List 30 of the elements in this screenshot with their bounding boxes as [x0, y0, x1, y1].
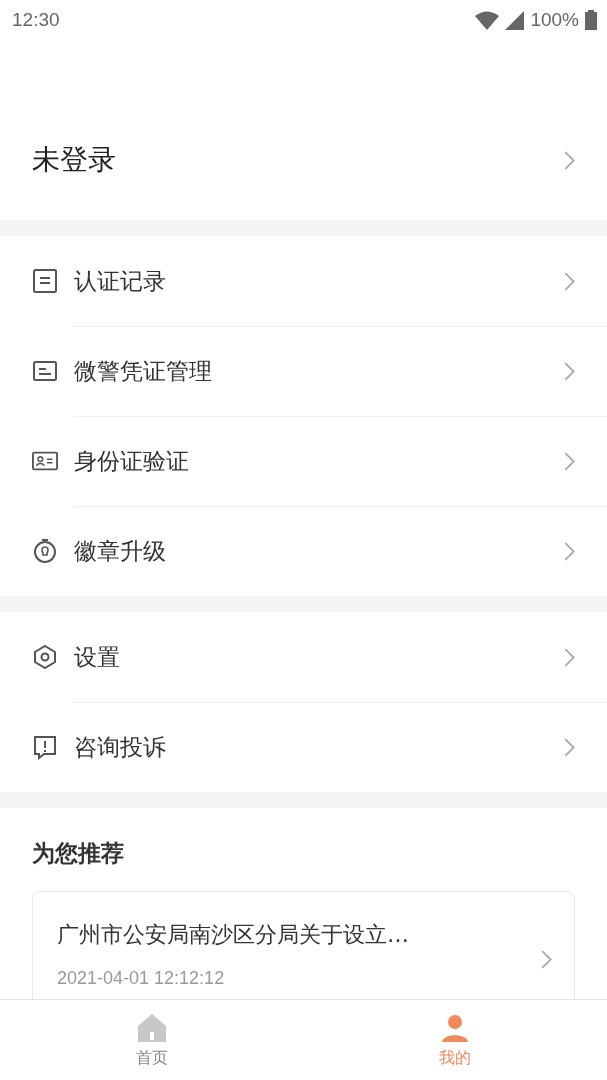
chevron-icon — [564, 647, 575, 667]
battery-icon — [585, 10, 597, 30]
menu-item[interactable]: 身份证验证 — [0, 416, 607, 506]
status-time: 12:30 — [12, 9, 60, 31]
chevron-icon — [564, 362, 575, 381]
chevron-icon — [564, 738, 575, 757]
menu-item[interactable]: 认证记录 — [0, 236, 607, 326]
battery-level: 100% — [530, 9, 579, 31]
chevron-icon — [541, 950, 552, 969]
alert-icon — [32, 734, 58, 760]
login-row[interactable]: 未登录 — [0, 100, 607, 220]
chevron-icon — [564, 150, 575, 170]
menu-item[interactable]: 微警凭证管理 — [0, 326, 607, 416]
section-title: 为您推荐 — [32, 839, 125, 868]
signal-icon — [505, 10, 525, 30]
chevron-icon — [564, 452, 575, 471]
card-icon — [32, 358, 58, 384]
menu-item[interactable]: 徽章升级 — [0, 506, 607, 596]
menu-item[interactable]: 设置 — [0, 612, 607, 702]
chevron-icon — [564, 542, 575, 561]
house-icon — [135, 1011, 168, 1044]
chevron-icon — [564, 271, 575, 291]
stopwatch-icon — [32, 538, 58, 564]
article-time: 2021-04-01 12:12:12 — [57, 968, 225, 989]
document-icon — [32, 268, 58, 294]
tab-item[interactable]: 首页 — [135, 1000, 168, 1080]
menu-item[interactable]: 咨询投诉 — [0, 702, 607, 792]
settings-icon — [32, 644, 58, 670]
wifi-icon — [475, 10, 500, 30]
article-title: 广州市公安局南沙区分局关于设立… — [57, 921, 409, 949]
